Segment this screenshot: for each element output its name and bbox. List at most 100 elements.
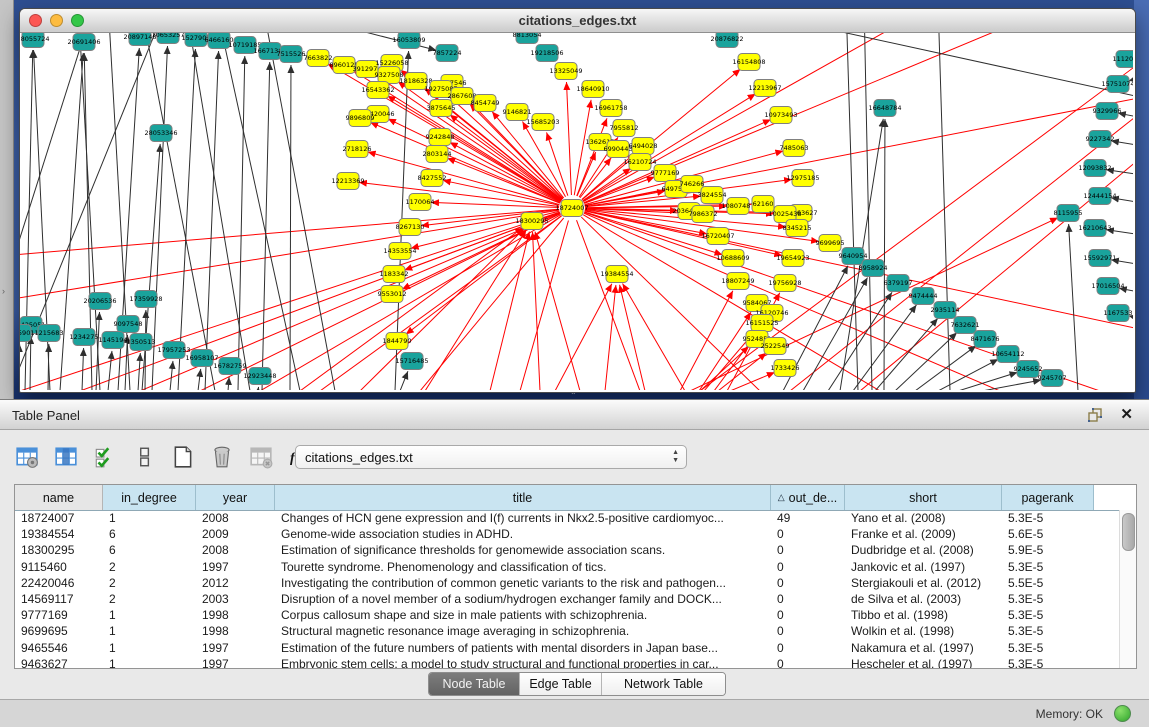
float-window-icon[interactable] xyxy=(1087,407,1105,423)
graph-node[interactable]: 9553012 xyxy=(378,286,407,303)
column-header-title[interactable]: title xyxy=(275,485,771,510)
graph-node[interactable]: 8454749 xyxy=(471,95,500,112)
graph-node[interactable]: 7485063 xyxy=(780,140,809,157)
graph-node[interactable]: 20691406 xyxy=(67,34,100,51)
graph-node[interactable]: 28053346 xyxy=(144,125,177,142)
table-row[interactable]: 1456911722003Disruption of a novel membe… xyxy=(15,591,1119,607)
graph-node[interactable]: 8427552 xyxy=(418,170,447,187)
window-titlebar[interactable]: citations_edges.txt xyxy=(20,9,1135,33)
graph-node[interactable]: 7663822 xyxy=(304,50,333,67)
table-row[interactable]: 911546021997Tourette syndrome. Phenomeno… xyxy=(15,559,1119,575)
graph-node[interactable]: 1145194 xyxy=(99,332,128,349)
graph-node[interactable]: 17359928 xyxy=(129,291,162,308)
graph-node[interactable]: 1350513 xyxy=(127,334,156,351)
new-column-icon[interactable] xyxy=(170,444,196,470)
graph-node[interactable]: 16154808 xyxy=(732,54,765,71)
graph-node[interactable]: 10688609 xyxy=(716,250,749,267)
column-header-name[interactable]: name xyxy=(15,485,103,510)
graph-node[interactable]: 10973493 xyxy=(764,107,797,124)
graph-node[interactable]: 1170064 xyxy=(406,194,435,211)
delete-table-icon[interactable] xyxy=(248,444,274,470)
graph-node[interactable]: 19654923 xyxy=(776,250,809,267)
graph-node[interactable]: 9245707 xyxy=(1038,370,1067,387)
graph-node[interactable]: 7632621 xyxy=(951,317,980,334)
table-scrollbar-thumb[interactable] xyxy=(1122,513,1135,551)
table-row[interactable]: 969969511998Structural magnetic resonanc… xyxy=(15,623,1119,639)
graph-node[interactable]: 2522549 xyxy=(761,338,790,355)
splitter-collapse-arrow-icon[interactable]: › xyxy=(2,286,5,296)
graph-node[interactable]: 18807249 xyxy=(721,273,754,290)
graph-node[interactable]: 18055724 xyxy=(20,33,50,48)
graph-node[interactable]: 8471676 xyxy=(971,331,1000,348)
graph-node[interactable]: 15592971 xyxy=(1083,250,1116,267)
graph-node[interactable]: 12093832 xyxy=(1078,160,1111,177)
graph-node[interactable]: 16961758 xyxy=(594,100,627,117)
graph-node[interactable]: 7857224 xyxy=(433,45,462,62)
graph-node[interactable]: 9699695 xyxy=(816,235,845,252)
graph-node[interactable]: 1112005 xyxy=(1113,51,1133,68)
memory-indicator[interactable] xyxy=(1114,705,1131,722)
column-header-pagerank[interactable]: pagerank xyxy=(1002,485,1094,510)
graph-node[interactable]: 6379197 xyxy=(884,275,913,292)
graph-node[interactable]: 7986372 xyxy=(689,206,718,223)
graph-node[interactable]: 1215683 xyxy=(35,325,64,342)
graph-node[interactable]: 2718126 xyxy=(343,141,372,158)
table-row[interactable]: 1938455462009Genome-wide association stu… xyxy=(15,526,1119,542)
left-splitter[interactable]: › xyxy=(0,0,14,399)
table-mode-icon[interactable] xyxy=(14,444,40,470)
graph-node[interactable]: 20876822 xyxy=(710,33,743,48)
table-row[interactable]: 946362711997Embryonic stem cells: a mode… xyxy=(15,656,1119,669)
column-header-short[interactable]: short xyxy=(845,485,1002,510)
graph-node[interactable]: 9242848 xyxy=(426,129,455,146)
graph-node[interactable]: 1844790 xyxy=(383,333,412,350)
table-row[interactable]: 2242004622012Investigating the contribut… xyxy=(15,575,1119,591)
graph-node[interactable]: 14353554 xyxy=(383,243,416,260)
graph-node[interactable]: 8115955 xyxy=(1054,205,1083,222)
network-graph[interactable]: 1805572420691406208971481065325715279026… xyxy=(20,33,1133,390)
graph-node[interactable]: 20206536 xyxy=(83,293,116,310)
table-selector[interactable]: citations_edges.txt ▲▼ xyxy=(295,445,687,469)
graph-node[interactable]: 1167533 xyxy=(1104,305,1133,322)
graph-node[interactable]: 3875645 xyxy=(427,100,456,117)
graph-node[interactable]: 6494028 xyxy=(629,138,658,155)
graph-node[interactable]: 9329966 xyxy=(1093,103,1122,120)
graph-node[interactable]: 19384554 xyxy=(600,266,633,283)
table-row[interactable]: 1830029562008Estimation of significance … xyxy=(15,542,1119,558)
graph-node[interactable]: 15716485 xyxy=(395,353,428,370)
graph-node[interactable]: 2803144 xyxy=(423,146,452,163)
graph-node[interactable]: 19218506 xyxy=(530,45,563,62)
column-header-out_de[interactable]: △out_de... xyxy=(771,485,845,510)
graph-node[interactable]: 15685203 xyxy=(526,114,559,131)
graph-node[interactable]: 17016504 xyxy=(1091,278,1124,295)
graph-node[interactable]: 9896809 xyxy=(346,110,375,127)
graph-node[interactable]: 1733426 xyxy=(771,360,800,377)
close-panel-icon[interactable]: ✕ xyxy=(1120,405,1133,423)
show-columns-icon[interactable] xyxy=(53,444,79,470)
table-scrollbar-track[interactable] xyxy=(1119,510,1136,668)
column-header-year[interactable]: year xyxy=(196,485,275,510)
graph-node[interactable]: 9777169 xyxy=(651,165,680,182)
graph-node[interactable]: 7515526 xyxy=(277,46,306,63)
graph-node[interactable]: 12213967 xyxy=(748,80,781,97)
graph-node[interactable]: 16210643 xyxy=(1078,220,1111,237)
graph-node[interactable]: 16648784 xyxy=(868,100,901,117)
table-row[interactable]: 1872400712008Changes of HCN gene express… xyxy=(15,510,1119,526)
graph-node[interactable]: 10653257 xyxy=(151,33,184,44)
graph-node[interactable]: 8345215 xyxy=(783,220,812,237)
tab-network-table[interactable]: Network Table xyxy=(602,673,725,695)
table-row[interactable]: 946554611997Estimation of the future num… xyxy=(15,640,1119,656)
tab-node-table[interactable]: Node Table xyxy=(429,673,520,695)
graph-node[interactable]: 18640910 xyxy=(576,81,609,98)
graph-node[interactable]: 12975185 xyxy=(786,170,819,187)
network-canvas[interactable]: 1805572420691406208971481065325715279026… xyxy=(20,33,1133,390)
graph-node[interactable]: 13325049 xyxy=(549,63,582,80)
table-row[interactable]: 977716911998Corpus callosum shape and si… xyxy=(15,607,1119,623)
graph-node[interactable]: 9097548 xyxy=(114,316,143,333)
graph-node[interactable]: 9227342 xyxy=(1086,131,1115,148)
graph-node[interactable]: 3824554 xyxy=(698,187,727,204)
select-columns-icon[interactable] xyxy=(92,444,118,470)
graph-node[interactable]: 7955812 xyxy=(610,120,639,137)
graph-node[interactable]: 8958924 xyxy=(859,260,888,277)
graph-node[interactable]: 9474444 xyxy=(909,288,938,305)
delete-column-icon[interactable] xyxy=(209,444,235,470)
